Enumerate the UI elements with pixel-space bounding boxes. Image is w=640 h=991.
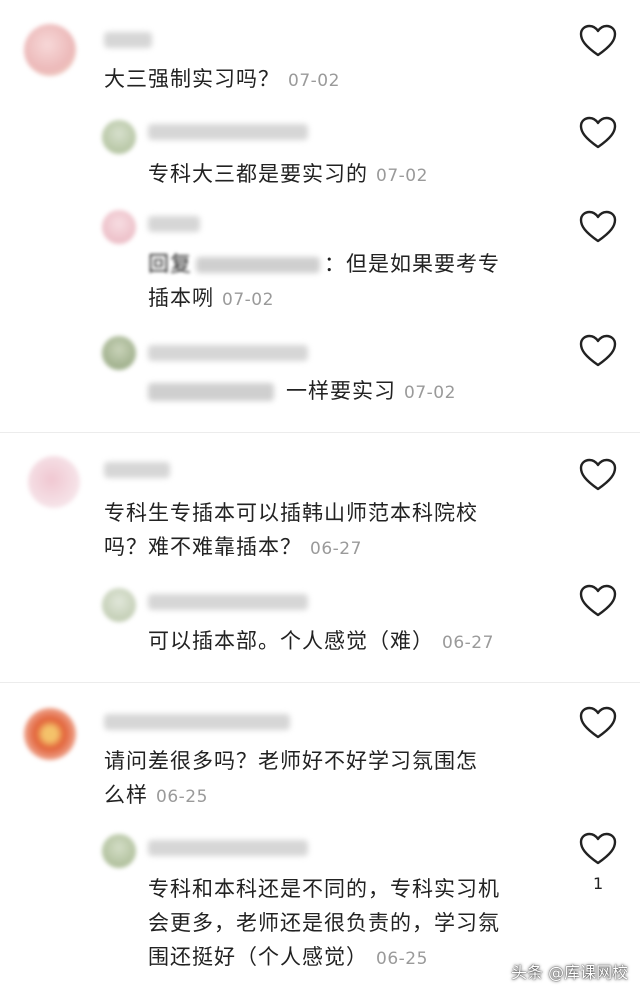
like-heart-icon[interactable] [579, 832, 617, 866]
commenter-name[interactable] [104, 32, 152, 48]
reply-name[interactable] [148, 840, 308, 856]
comment-divider [0, 682, 640, 683]
like-heart-icon[interactable] [579, 458, 617, 492]
comment-date: 06-27 [310, 539, 362, 559]
like-heart-icon[interactable] [579, 24, 617, 58]
reply-date: 06-27 [442, 633, 494, 653]
comment-date: 07-02 [288, 71, 340, 91]
like-heart-icon[interactable] [579, 334, 617, 368]
reply-text: 专科和本科还是不同的，专科实习机 [148, 872, 500, 906]
comment-body: 请问差很多吗？老师好不好学习氛围怎 [104, 749, 478, 773]
reply-name[interactable] [148, 124, 308, 140]
commenter-name[interactable] [104, 714, 290, 730]
reply-text-line2: 会更多，老师还是很负责的，学习氛 [148, 906, 500, 940]
like-heart-icon[interactable] [579, 706, 617, 740]
reply-prefix: 回复 [148, 252, 192, 276]
comment-text: 请问差很多吗？老师好不好学习氛围怎 [104, 744, 478, 778]
reply-avatar[interactable] [102, 834, 136, 868]
reply-date: 07-02 [376, 166, 428, 186]
reply-date: 06-25 [376, 949, 428, 969]
reply-avatar[interactable] [102, 588, 136, 622]
like-heart-icon[interactable] [579, 116, 617, 150]
reply-name[interactable] [148, 345, 308, 361]
comment-divider [0, 432, 640, 433]
comment-date: 06-25 [156, 787, 208, 807]
reply-date: 07-02 [404, 383, 456, 403]
reply-text: 一样要实习 07-02 [148, 374, 456, 410]
reply-text: 可以插本部。个人感觉（难） 06-27 [148, 624, 494, 660]
commenter-name[interactable] [104, 462, 170, 478]
commenter-avatar[interactable] [28, 456, 80, 508]
reply-text: 专科大三都是要实习的 07-02 [148, 157, 428, 193]
reply-text: 回复 ：但是如果要考专 [148, 247, 500, 281]
reply-text-line3: 围还挺好（个人感觉） 06-25 [148, 940, 428, 976]
comment-text: 大三强制实习吗？ 07-02 [104, 62, 340, 98]
mentioned-user[interactable] [196, 257, 320, 273]
reply-avatar[interactable] [102, 120, 136, 154]
comment-text-line2: 吗？难不难靠插本？ 06-27 [104, 530, 362, 566]
reply-body: 一样要实习 [286, 379, 396, 403]
comment-body-cont: 么样 [104, 783, 148, 807]
reply-body-cont: 会更多，老师还是很负责的，学习氛 [148, 911, 500, 935]
reply-name[interactable] [148, 216, 200, 232]
reply-avatar[interactable] [102, 336, 136, 370]
commenter-avatar[interactable] [24, 708, 76, 760]
reply-name[interactable] [148, 594, 308, 610]
reply-text-line2: 插本咧 07-02 [148, 281, 274, 317]
comment-body: 专科生专插本可以插韩山师范本科院校 [104, 501, 478, 525]
reply-body: 专科和本科还是不同的，专科实习机 [148, 877, 500, 901]
watermark: 头条 @库课网校 [511, 963, 629, 982]
like-count: 1 [593, 874, 604, 893]
reply-date: 07-02 [222, 290, 274, 310]
comment-body: 大三强制实习吗？ [104, 67, 280, 91]
reply-body: 专科大三都是要实习的 [148, 162, 368, 186]
comment-body-cont: 吗？难不难靠插本？ [104, 535, 302, 559]
comment-text-line2: 么样 06-25 [104, 778, 208, 814]
like-heart-icon[interactable] [579, 584, 617, 618]
reply-body: 可以插本部。个人感觉（难） [148, 629, 434, 653]
like-heart-icon[interactable] [579, 210, 617, 244]
reply-body-cont2: 围还挺好（个人感觉） [148, 945, 368, 969]
comment-text: 专科生专插本可以插韩山师范本科院校 [104, 496, 478, 530]
mentioned-user[interactable] [148, 383, 274, 401]
reply-body-cont: 插本咧 [148, 286, 214, 310]
reply-body: ：但是如果要考专 [324, 252, 500, 276]
reply-avatar[interactable] [102, 210, 136, 244]
commenter-avatar[interactable] [24, 24, 76, 76]
